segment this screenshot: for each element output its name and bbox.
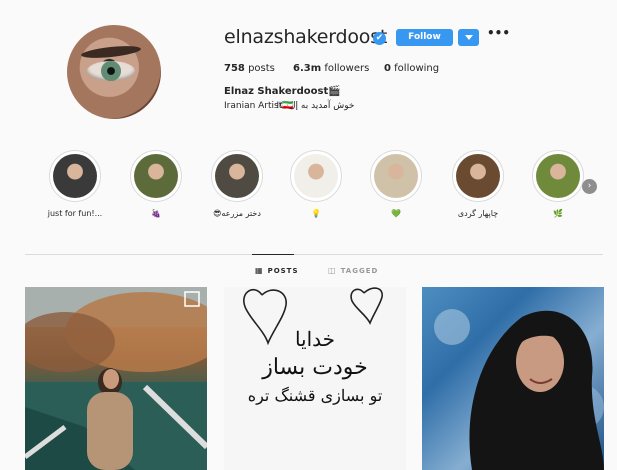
followers-count: 6.3m [293, 63, 322, 74]
highlight-cover [536, 154, 580, 198]
highlight-cover [456, 154, 500, 198]
calligraphy-line-3: تو بسازی قشنگ تره [247, 386, 383, 405]
grid-icon: ▦ [255, 266, 264, 275]
story-highlight[interactable]: 💡 [288, 150, 344, 218]
posts-count: 758 [224, 63, 245, 74]
post-portrait-photo[interactable] [422, 287, 604, 470]
follow-button[interactable]: Follow [396, 29, 453, 46]
story-highlight[interactable]: 🍇 [128, 150, 184, 218]
story-highlight[interactable]: 😎دختر مزرعه [209, 150, 265, 218]
avatar-brow [80, 43, 142, 61]
following-count: 0 [384, 63, 391, 74]
tab-tagged-label: TAGGED [340, 267, 379, 275]
active-tab-indicator [252, 254, 294, 255]
highlight-label: 🌿 [553, 209, 563, 218]
highlight-cover [53, 154, 97, 198]
highlight-label: 💡 [311, 209, 321, 218]
posts-stat-label: posts [248, 63, 275, 74]
story-highlight[interactable]: چاپهار گردی [450, 150, 506, 218]
instagram-profile-page: elnazshakerdoost ✔ Follow ••• 758 posts … [0, 0, 617, 470]
highlight-label: 😎دختر مزرعه [213, 209, 261, 218]
lake-photo-art [25, 287, 207, 470]
highlight-cover [134, 154, 178, 198]
story-highlight[interactable]: just for fun!... [47, 150, 103, 218]
highlight-cover [215, 154, 259, 198]
highlight-ring [452, 150, 504, 202]
post-lake-photo[interactable] [25, 287, 207, 470]
more-options-icon[interactable]: ••• [487, 27, 510, 43]
tab-divider [25, 254, 603, 255]
tag-icon: ◫ [328, 266, 337, 275]
profile-username: elnazshakerdoost [224, 26, 388, 48]
story-highlight[interactable]: 🌿 [530, 150, 586, 218]
highlight-ring [49, 150, 101, 202]
following-stat[interactable]: 0 following [384, 63, 439, 74]
highlight-cover [294, 154, 338, 198]
following-stat-label: following [394, 63, 440, 74]
verified-badge-icon: ✔ [373, 32, 386, 45]
story-highlight[interactable]: 💚 [368, 150, 424, 218]
chevron-down-icon [465, 35, 473, 40]
highlight-cover [374, 154, 418, 198]
highlight-label: just for fun!... [47, 209, 103, 218]
posts-stat: 758 posts [224, 63, 275, 74]
profile-full-name: Elnaz Shakerdoost🎬 [224, 86, 341, 97]
followers-stat[interactable]: 6.3m followers [293, 63, 369, 74]
highlight-label: 🍇 [151, 209, 161, 218]
highlights-next-icon[interactable]: › [582, 179, 597, 194]
calligraphy-line-1: خدایا [294, 327, 336, 351]
highlight-ring [290, 150, 342, 202]
post-calligraphy[interactable]: خدایا خودت بساز تو بسازی قشنگ تره [224, 287, 406, 470]
tab-tagged[interactable]: ◫ TAGGED [328, 266, 378, 275]
highlight-label: 💚 [391, 209, 401, 218]
highlight-label: چاپهار گردی [457, 209, 499, 218]
portrait-photo-art [434, 309, 604, 470]
profile-avatar[interactable] [67, 25, 161, 119]
followers-stat-label: followers [324, 63, 370, 74]
highlight-ring [211, 150, 263, 202]
highlight-ring [130, 150, 182, 202]
avatar-iris [101, 61, 121, 81]
calligraphy-line-2: خودت بساز [262, 355, 368, 380]
suggested-dropdown-button[interactable] [458, 29, 479, 46]
highlight-ring [370, 150, 422, 202]
highlight-ring [532, 150, 584, 202]
profile-bio-ltr: Iranian Artist🇮🇷 [224, 101, 294, 111]
tab-posts-label: POSTS [267, 267, 299, 275]
tab-posts[interactable]: ▦ POSTS [255, 266, 299, 275]
